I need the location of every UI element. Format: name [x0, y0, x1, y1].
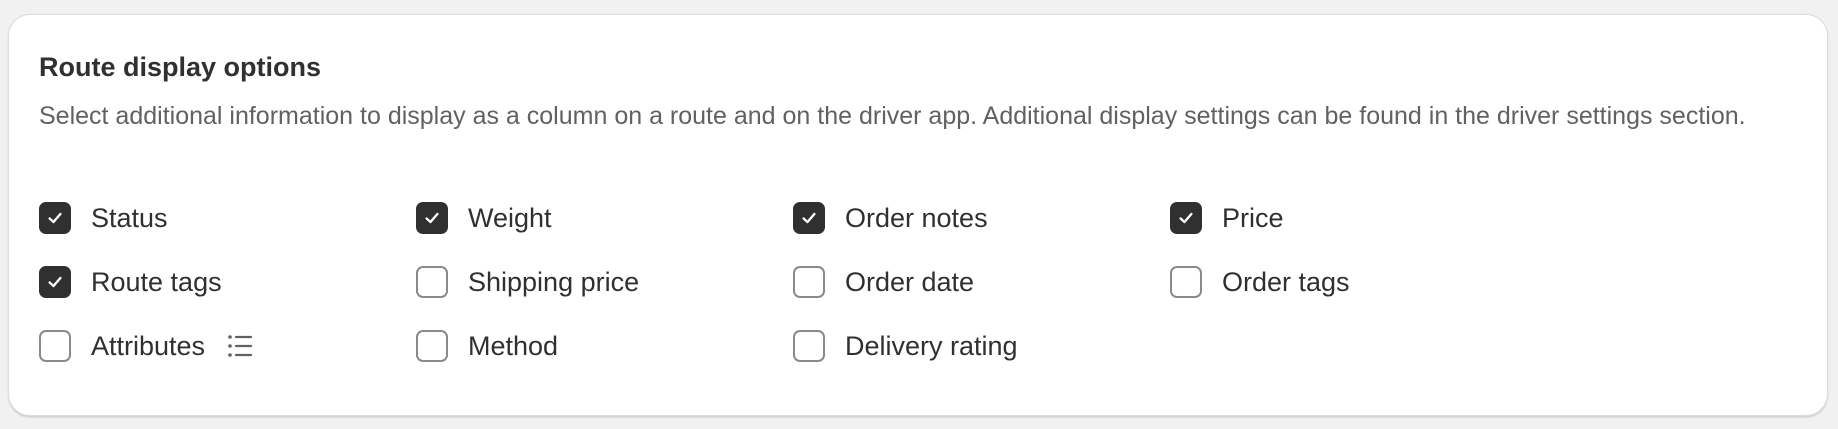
- price-label: Price: [1222, 203, 1284, 233]
- order-date-label: Order date: [845, 267, 975, 297]
- option-order-tags[interactable]: Order tags: [1170, 265, 1350, 299]
- checkmark-icon: [425, 212, 439, 224]
- option-method[interactable]: Method: [416, 329, 558, 363]
- attributes-checkbox[interactable]: [39, 330, 71, 362]
- price-checkbox[interactable]: [1170, 202, 1202, 234]
- option-shipping-price[interactable]: Shipping price: [416, 265, 639, 299]
- status-checkbox[interactable]: [39, 202, 71, 234]
- delivery-rating-label: Delivery rating: [845, 331, 1018, 361]
- checkmark-icon: [1179, 212, 1193, 224]
- checkmark-icon: [48, 212, 62, 224]
- route-tags-label: Route tags: [91, 267, 222, 297]
- order-notes-label: Order notes: [845, 203, 988, 233]
- route-display-options-card: Route display options Select additional …: [8, 14, 1828, 416]
- option-order-notes[interactable]: Order notes: [793, 201, 988, 235]
- option-delivery-rating[interactable]: Delivery rating: [793, 329, 1018, 363]
- order-notes-checkbox[interactable]: [793, 202, 825, 234]
- section-title: Route display options: [39, 52, 322, 82]
- weight-checkbox[interactable]: [416, 202, 448, 234]
- option-attributes[interactable]: Attributes: [39, 329, 255, 363]
- option-price[interactable]: Price: [1170, 201, 1284, 235]
- option-status[interactable]: Status: [39, 201, 168, 235]
- delivery-rating-checkbox[interactable]: [793, 330, 825, 362]
- method-checkbox[interactable]: [416, 330, 448, 362]
- section-description: Select additional information to display…: [39, 102, 1746, 130]
- shipping-price-checkbox[interactable]: [416, 266, 448, 298]
- option-weight[interactable]: Weight: [416, 201, 552, 235]
- option-route-tags[interactable]: Route tags: [39, 265, 222, 299]
- order-date-checkbox[interactable]: [793, 266, 825, 298]
- method-label: Method: [468, 331, 559, 361]
- order-tags-checkbox[interactable]: [1170, 266, 1202, 298]
- checkmark-icon: [802, 212, 816, 224]
- status-label: Status: [91, 203, 168, 233]
- shipping-price-label: Shipping price: [468, 267, 640, 297]
- order-tags-label: Order tags: [1222, 267, 1350, 297]
- option-order-date[interactable]: Order date: [793, 265, 974, 299]
- route-tags-checkbox[interactable]: [39, 266, 71, 298]
- weight-label: Weight: [468, 203, 552, 233]
- list-icon[interactable]: [225, 331, 255, 361]
- checkmark-icon: [48, 276, 62, 288]
- attributes-label: Attributes: [91, 331, 206, 361]
